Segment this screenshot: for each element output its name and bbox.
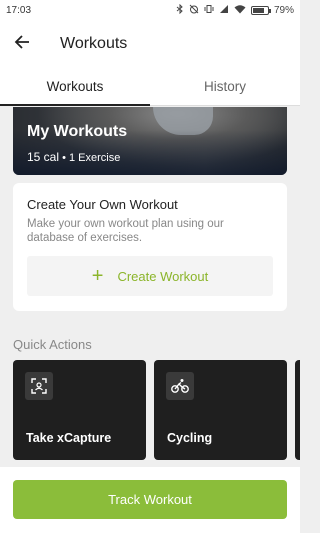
tab-workouts[interactable]: Workouts [0, 68, 150, 106]
tab-history-label: History [203, 79, 246, 94]
alarm-off-icon [189, 4, 199, 17]
my-workouts-title: My Workouts [27, 123, 128, 140]
quick-action-cycling-label: Cycling [167, 431, 213, 445]
page-title: Workouts [60, 35, 128, 52]
my-workouts-card[interactable]: My Workouts 15 cal • 1 Exercise [13, 107, 287, 175]
my-workouts-calories: 15 cal [27, 150, 60, 164]
quick-action-cycling[interactable]: Cycling [154, 360, 287, 460]
create-workout-button-label: Create Workout [117, 268, 209, 284]
wifi-icon [234, 4, 246, 17]
status-time: 17:03 [6, 4, 32, 16]
track-workout-button-label: Track Workout [108, 492, 192, 507]
tab-workouts-label: Workouts [46, 79, 104, 94]
quick-action-take-xcapture-label: Take xCapture [26, 431, 112, 445]
status-bar: 17:03 79% [0, 0, 300, 20]
battery-percent: 79% [273, 4, 294, 16]
content-area[interactable]: My Workouts 15 cal • 1 Exercise Create Y… [0, 107, 300, 467]
create-workout-description: Make your own workout plan using our dat… [27, 218, 224, 244]
cycling-icon [166, 372, 194, 400]
quick-action-take-xcapture[interactable]: Take xCapture [13, 360, 146, 460]
plus-icon: + [91, 265, 104, 287]
vibrate-icon [204, 4, 214, 17]
bluetooth-icon [176, 3, 184, 17]
app-bar: Workouts [0, 20, 300, 68]
create-workout-card: Create Your Own Workout Make your own wo… [13, 183, 287, 311]
capture-icon [25, 372, 53, 400]
quick-actions-heading: Quick Actions [13, 337, 92, 352]
tab-history[interactable]: History [150, 68, 300, 105]
track-workout-button[interactable]: Track Workout [13, 480, 287, 519]
battery-level-fill [252, 7, 265, 13]
bottom-bar: Track Workout [0, 467, 300, 533]
status-icons: 79% [176, 3, 294, 17]
my-workouts-exercise-count: • 1 Exercise [62, 152, 121, 164]
battery-icon [250, 5, 271, 15]
create-workout-title: Create Your Own Workout [27, 197, 178, 212]
create-workout-button[interactable]: + Create Workout [27, 256, 273, 296]
signal-icon [219, 4, 229, 17]
tab-bar: Workouts History [0, 68, 300, 106]
arrow-left-icon [14, 34, 30, 55]
quick-action-partial[interactable] [295, 360, 300, 460]
my-workouts-meta: 15 cal • 1 Exercise [27, 150, 120, 164]
back-button[interactable] [0, 20, 44, 68]
